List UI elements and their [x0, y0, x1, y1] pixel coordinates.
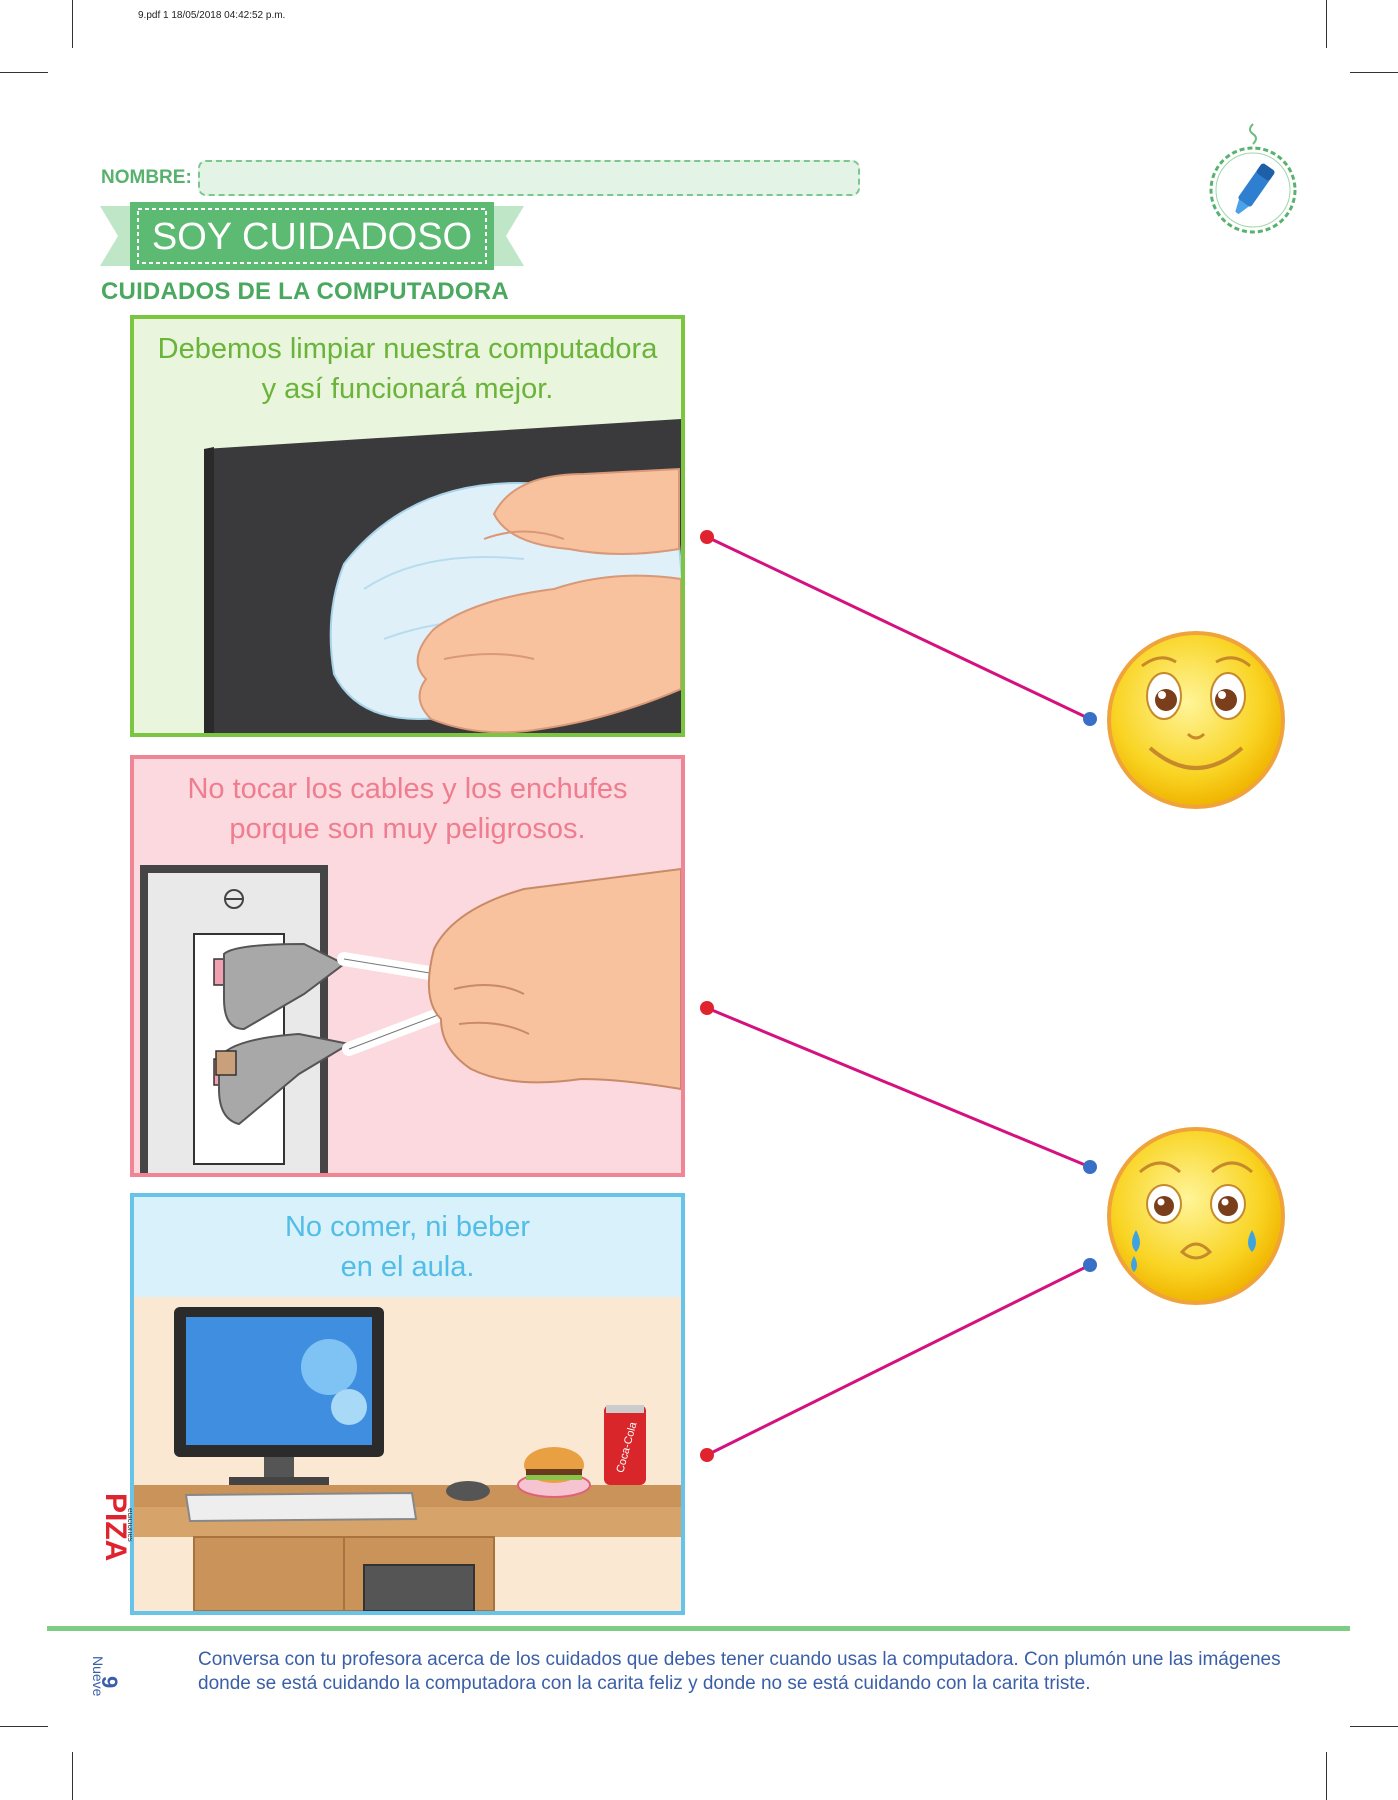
- dot-start[interactable]: [700, 530, 714, 544]
- brand-sub: ediciones: [126, 1508, 132, 1542]
- dot-start[interactable]: [700, 1448, 714, 1462]
- footer-divider: [47, 1626, 1350, 1631]
- sad-face-icon: [1107, 1127, 1285, 1305]
- dot-end[interactable]: [1083, 1160, 1097, 1174]
- happy-face-icon: [1107, 631, 1285, 809]
- brand-logo: PIZA ediciones: [99, 1493, 132, 1561]
- dot-end[interactable]: [1083, 1258, 1097, 1272]
- instruction-text: Conversa con tu profesora acerca de los …: [198, 1649, 1281, 1694]
- page-word: Nueve: [90, 1656, 106, 1697]
- dot-start[interactable]: [700, 1001, 714, 1015]
- dot-end[interactable]: [1083, 712, 1097, 726]
- matching-lines: [700, 530, 1097, 1462]
